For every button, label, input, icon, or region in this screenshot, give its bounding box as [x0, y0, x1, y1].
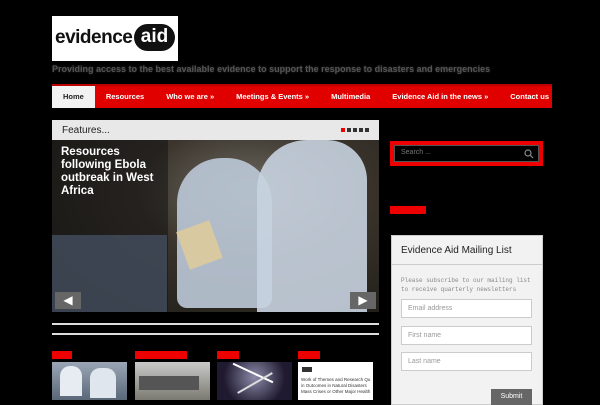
nav-item-who-we-are[interactable]: Who we are » [155, 86, 225, 108]
last-name-placeholder: Last name [408, 358, 441, 365]
thumb-label[interactable]: Ebola [217, 351, 239, 359]
document-logo [302, 367, 312, 372]
thumbnail-figure [60, 366, 82, 396]
nav-item-resources[interactable]: Resources [95, 86, 155, 108]
last-name-field[interactable]: Last name [401, 352, 532, 371]
slider-prev-button[interactable]: ◀ [55, 292, 81, 309]
first-name-placeholder: First name [408, 332, 442, 339]
slider-dot[interactable] [347, 128, 351, 132]
features-header: Features... [52, 120, 379, 140]
nav-item-multimedia[interactable]: Multimedia [320, 86, 381, 108]
logo-word: evidence [55, 27, 133, 48]
submit-button[interactable]: Submit [491, 389, 532, 405]
nav-item-home[interactable]: Home [52, 86, 95, 108]
slider-dot[interactable] [365, 128, 369, 132]
email-placeholder: Email address [408, 305, 453, 312]
search-input[interactable]: Search ... [394, 145, 539, 162]
feature-slide[interactable]: Resources following Ebola outbreak in We… [52, 140, 379, 312]
email-field[interactable]: Email address [401, 299, 532, 318]
logo-badge: aid [134, 24, 175, 51]
slider-dot[interactable] [359, 128, 363, 132]
thumbnail-document[interactable]: Work of Themes and Research Qu in Outcom… [298, 362, 373, 400]
slider-dot[interactable] [353, 128, 357, 132]
nav-item-meetings-events[interactable]: Meetings & Events » [225, 86, 320, 108]
first-name-field[interactable]: First name [401, 326, 532, 345]
thumb-label[interactable]: Ebola [298, 351, 320, 359]
search-icon[interactable] [524, 149, 534, 159]
thumbnail-figure [90, 368, 116, 398]
document-text: Work of Themes and Research Qu in Outcom… [301, 377, 371, 394]
divider [392, 264, 542, 265]
nav-item-in-the-news[interactable]: Evidence Aid in the news » [381, 86, 499, 108]
thumb-label[interactable]: Ecology for Ebola... [135, 351, 187, 359]
thumbnail-image[interactable] [52, 362, 127, 400]
thumbnail-image[interactable] [217, 362, 292, 400]
slide-image-part [257, 140, 367, 312]
thumb-label[interactable]: Ebola [52, 351, 72, 359]
thumbnail-image[interactable] [135, 362, 210, 400]
thumbnail-figure [232, 362, 274, 384]
section-divider [52, 323, 379, 335]
slider-next-button[interactable]: ▶ [350, 292, 376, 309]
slider-dot[interactable] [341, 128, 345, 132]
nav-item-contact-us[interactable]: Contact us [499, 86, 560, 108]
search-widget: Search ... [390, 141, 543, 166]
main-nav: Home Resources Who we are » Meetings & E… [52, 84, 552, 108]
search-placeholder: Search ... [401, 149, 431, 156]
mailing-title: Evidence Aid Mailing List [401, 245, 512, 256]
mailing-list-widget: Evidence Aid Mailing List Please subscri… [391, 235, 543, 405]
slide-caption[interactable]: Resources following Ebola outbreak in We… [61, 146, 161, 198]
widget-heading: Latest [390, 206, 426, 214]
site-logo[interactable]: evidence aid [52, 16, 178, 61]
mailing-description: Please subscribe to our mailing list to … [401, 277, 531, 293]
thumbnail-figure [139, 376, 199, 390]
slider-pager [341, 128, 369, 132]
features-label: Features... [62, 125, 110, 136]
site-tagline: Providing access to the best available e… [52, 64, 491, 74]
